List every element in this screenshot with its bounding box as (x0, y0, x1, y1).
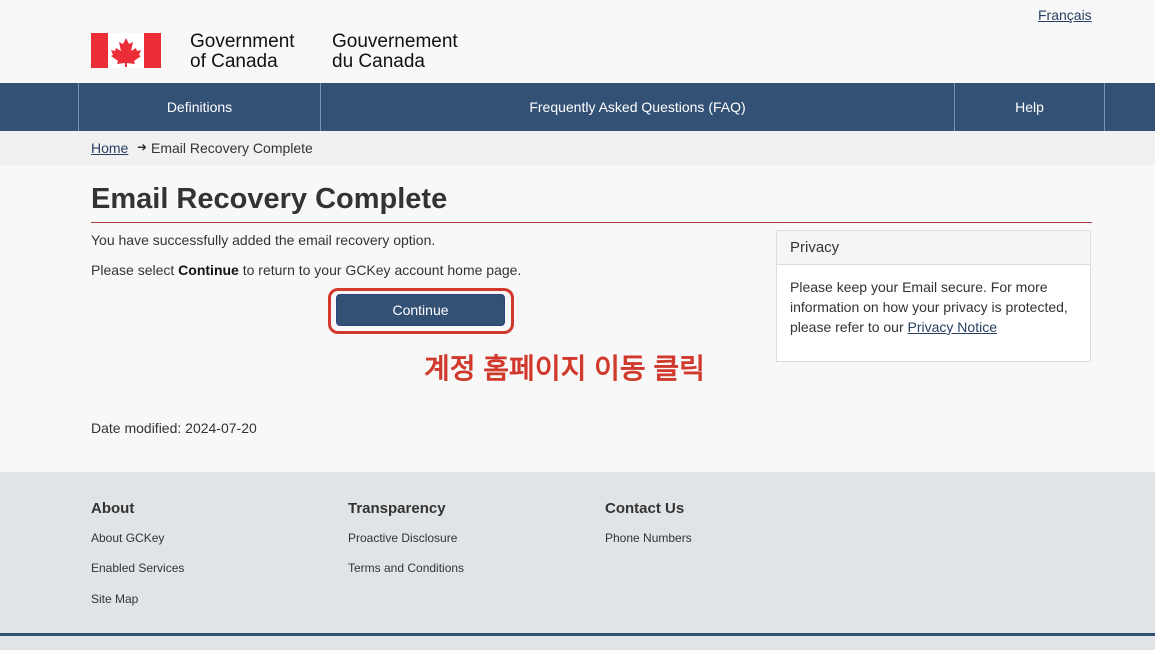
footer-heading-contact: Contact Us (605, 500, 685, 517)
breadcrumb-home-link[interactable]: Home (91, 140, 128, 156)
main-navigation: Definitions Frequently Asked Questions (… (0, 83, 1155, 131)
breadcrumb-arrow-icon: ➜ (137, 140, 148, 154)
nav-item-help[interactable]: Help (954, 83, 1105, 131)
privacy-panel: Privacy Please keep your Email secure. F… (776, 230, 1091, 362)
signature-fr-line2: du Canada (332, 51, 425, 72)
footer-link-phone-numbers[interactable]: Phone Numbers (605, 531, 692, 545)
privacy-notice-link[interactable]: Privacy Notice (908, 319, 997, 335)
signature-en-line1: Government (190, 31, 295, 52)
page-title: Email Recovery Complete (91, 183, 448, 215)
annotation-text: 계정 홈페이지 이동 클릭 (424, 353, 705, 384)
continue-button[interactable]: Continue (336, 294, 505, 326)
breadcrumb: Home ➜ Email Recovery Complete (0, 131, 1155, 165)
breadcrumb-current: Email Recovery Complete (151, 140, 313, 156)
site-footer: About About GCKey Enabled Services Site … (0, 472, 1155, 650)
footer-heading-transparency: Transparency (348, 500, 446, 517)
privacy-panel-body: Please keep your Email secure. For more … (777, 265, 1090, 349)
instruction-text: Please select Continue to return to your… (91, 262, 521, 278)
instruction-bold: Continue (178, 262, 239, 278)
signature-fr-line1: Gouvernement (332, 31, 458, 52)
footer-link-site-map[interactable]: Site Map (91, 592, 138, 606)
nav-item-definitions[interactable]: Definitions (78, 83, 320, 131)
footer-link-about-gckey[interactable]: About GCKey (91, 531, 164, 545)
footer-link-terms[interactable]: Terms and Conditions (348, 561, 464, 575)
instruction-pre: Please select (91, 262, 179, 278)
footer-link-enabled-services[interactable]: Enabled Services (91, 561, 184, 575)
title-divider (91, 222, 1092, 223)
footer-heading-about: About (91, 500, 135, 517)
success-message: You have successfully added the email re… (91, 232, 436, 248)
signature-english: Government of Canada (190, 32, 295, 72)
canada-flag-icon (91, 33, 161, 68)
privacy-panel-heading: Privacy (777, 231, 1090, 265)
signature-french: Gouvernement du Canada (332, 32, 458, 72)
nav-item-faq[interactable]: Frequently Asked Questions (FAQ) (320, 83, 954, 131)
instruction-post: to return to your GCKey account home pag… (238, 262, 522, 278)
footer-bottom-bar (0, 633, 1155, 636)
footer-link-proactive-disclosure[interactable]: Proactive Disclosure (348, 531, 457, 545)
date-modified: Date modified: 2024-07-20 (91, 420, 257, 436)
signature-en-line2: of Canada (190, 51, 278, 72)
language-toggle-link[interactable]: Français (1038, 7, 1092, 23)
